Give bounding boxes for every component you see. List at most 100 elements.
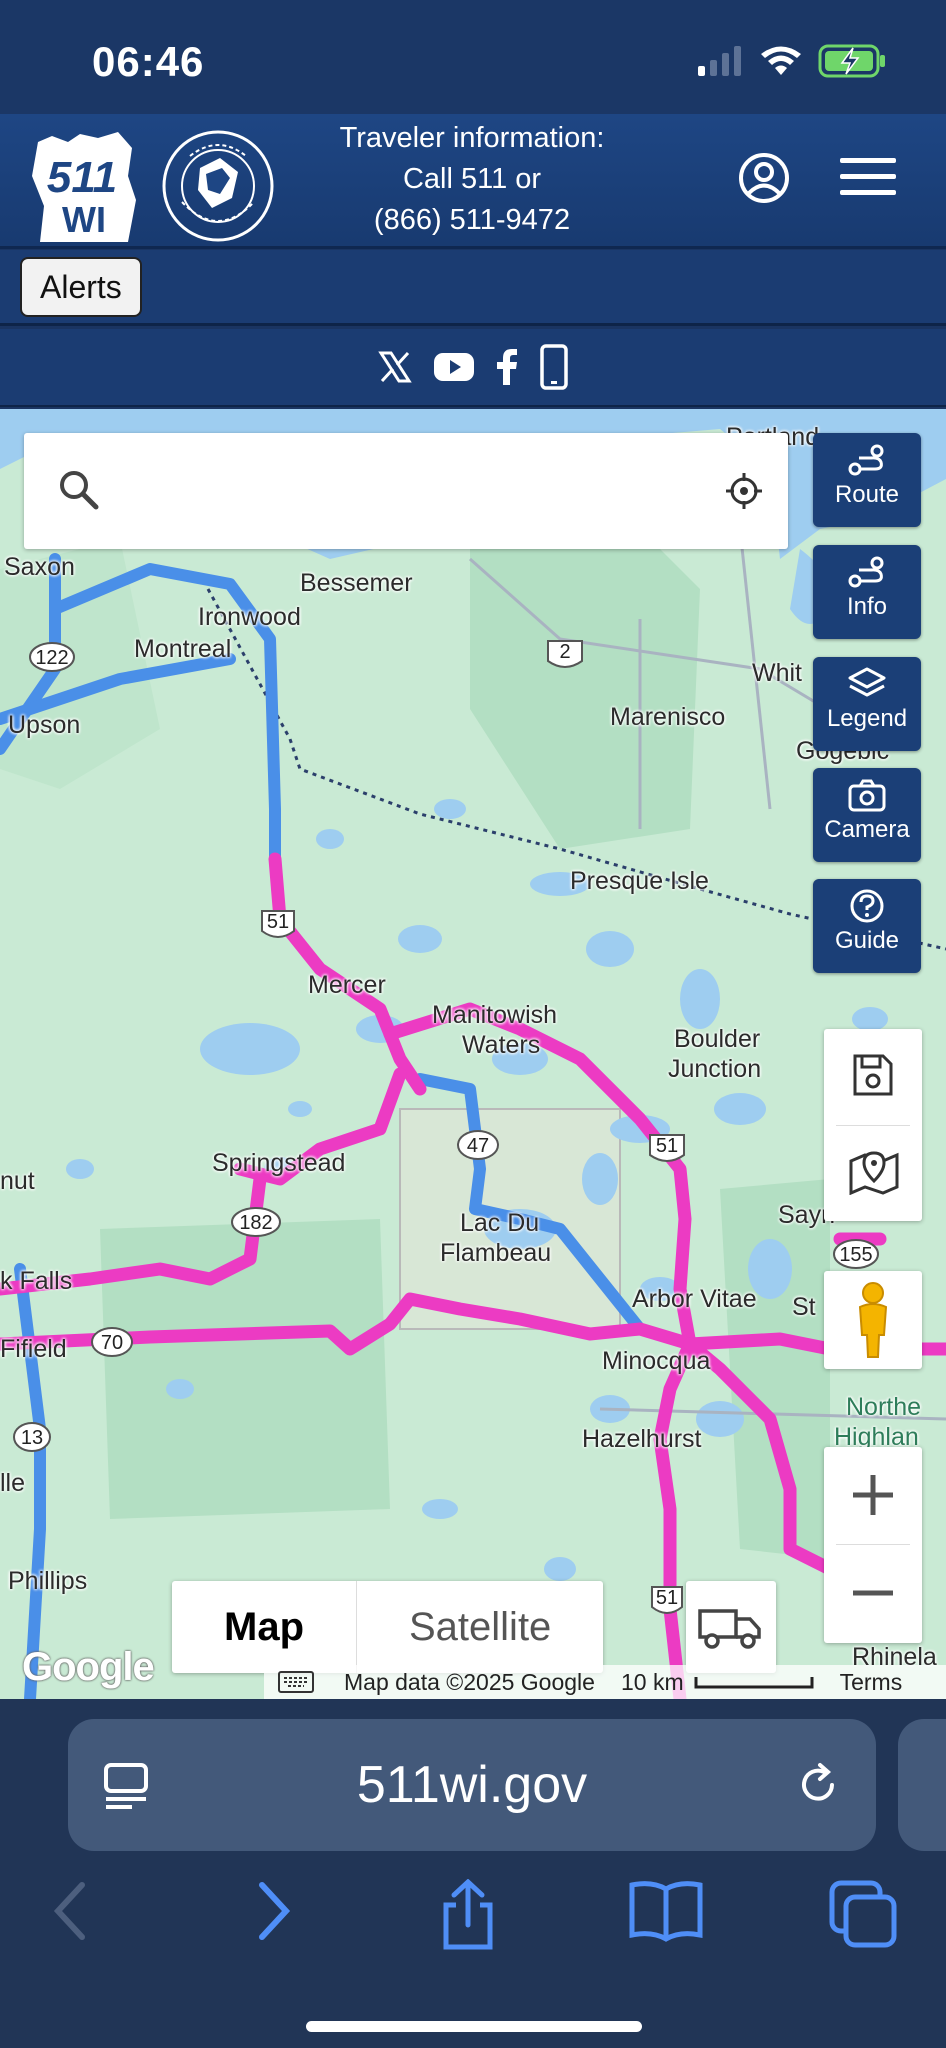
status-bar: 06:46 [0, 0, 946, 114]
wisdot-seal [160, 128, 276, 249]
place-nut: nut [0, 1167, 35, 1195]
saved-map-icon[interactable] [848, 1149, 900, 1200]
map-type-satellite[interactable]: Satellite [357, 1581, 603, 1673]
cellular-signal-icon [698, 46, 741, 76]
place-hazelhurst: Hazelhurst [582, 1425, 702, 1453]
shield-wi13-text: 13 [21, 1427, 43, 1449]
social-links [0, 329, 946, 407]
info-route-icon [848, 556, 884, 588]
status-time: 06:46 [92, 38, 205, 85]
battery-charging-icon [818, 44, 885, 78]
place-lac-du: Lac Du [460, 1209, 540, 1237]
saved-map-controls [824, 1029, 922, 1221]
place-saxon: Saxon [4, 553, 75, 581]
place-lle: lle [0, 1469, 26, 1497]
wifi-icon [761, 46, 801, 75]
search-icon[interactable] [58, 469, 100, 516]
alerts-bar: Alerts [0, 250, 946, 326]
legend-label: Legend [826, 705, 908, 732]
traveler-info-phone[interactable]: (866) 511-9472 [300, 200, 644, 241]
map-search-input[interactable] [124, 463, 684, 519]
shield-wi155-text: 155 [839, 1244, 872, 1266]
traffic-map[interactable]: 51 2 122 47 51 182 70 13 155 51 Portland… [0, 409, 946, 1699]
map-attribution: Map data ©2025 Google 10 km Terms [264, 1665, 946, 1699]
place-upson: Upson [8, 711, 81, 739]
zoom-out-button[interactable] [824, 1545, 922, 1642]
camera-label: Camera [824, 816, 910, 843]
hamburger-menu-icon[interactable] [840, 156, 896, 203]
shield-us51-text: 51 [267, 911, 289, 933]
browser-toolbar: 511wi.gov [0, 1699, 946, 2048]
place-waters: Waters [462, 1031, 541, 1059]
back-icon[interactable] [50, 1879, 90, 1948]
place-manitowish: Manitowish [432, 1001, 558, 1029]
alerts-button[interactable]: Alerts [20, 257, 142, 317]
place-presque-isle: Presque Isle [570, 867, 709, 895]
place-boulder: Boulder [674, 1025, 761, 1053]
traveler-info: Traveler information: Call 511 or (866) … [300, 118, 644, 241]
layers-icon [848, 667, 886, 697]
place-park-falls: k Falls [0, 1267, 73, 1295]
svg-text:511: 511 [47, 153, 117, 202]
reader-mode-icon[interactable] [102, 1761, 150, 1814]
logo-511-wi[interactable]: 511 WI [28, 130, 138, 251]
x-icon[interactable] [378, 350, 412, 384]
account-icon[interactable] [738, 152, 790, 209]
route-label: Route [834, 481, 900, 508]
info-button[interactable]: Info [813, 545, 921, 639]
youtube-icon[interactable] [434, 352, 474, 382]
place-marenisco: Marenisco [610, 703, 726, 731]
zoom-in-button[interactable] [824, 1447, 922, 1544]
place-bessemer: Bessemer [300, 569, 413, 597]
forward-icon[interactable] [254, 1879, 294, 1948]
map-terms-link[interactable]: Terms [840, 1669, 903, 1696]
truck-button[interactable] [686, 1581, 776, 1673]
camera-icon [848, 779, 886, 812]
url-text[interactable]: 511wi.gov [68, 1719, 876, 1851]
shield-wi47-text: 47 [467, 1135, 489, 1157]
route-icon [848, 444, 884, 476]
share-icon[interactable] [436, 1878, 500, 1956]
shield-wi122-text: 122 [35, 647, 68, 669]
locate-me-icon[interactable] [724, 471, 764, 516]
svg-text:WI: WI [62, 199, 106, 240]
shield-wi182-text: 182 [239, 1212, 272, 1234]
place-phillips: Phillips [8, 1567, 88, 1595]
legend-button[interactable]: Legend [813, 657, 921, 751]
place-arbor-vitae: Arbor Vitae [632, 1285, 757, 1313]
next-tab-peek[interactable] [898, 1719, 946, 1851]
site-header: 511 WI Traveler information: Call 511 or… [0, 114, 946, 249]
place-flambeau: Flambeau [440, 1239, 552, 1267]
reload-icon[interactable] [794, 1761, 842, 1814]
scale-bar [694, 1677, 814, 1689]
street-view-pegman[interactable] [824, 1271, 922, 1369]
bookmarks-icon[interactable] [628, 1879, 704, 1948]
save-icon[interactable] [852, 1053, 894, 1102]
place-white: Whit [752, 659, 802, 687]
map-type-toggle: Map Satellite [172, 1581, 604, 1673]
map-scale-label: 10 km [620, 1668, 684, 1695]
shield-us51b-text: 51 [656, 1135, 678, 1157]
place-montreal: Montreal [134, 635, 232, 663]
google-logo: Google [22, 1645, 155, 1689]
facebook-icon[interactable] [496, 349, 518, 385]
traveler-info-line1: Traveler information: [339, 122, 605, 154]
place-ironwood: Ironwood [198, 603, 301, 631]
route-button[interactable]: Route [813, 433, 921, 527]
mobile-app-icon[interactable] [540, 344, 568, 390]
camera-button[interactable]: Camera [813, 768, 921, 862]
keyboard-shortcuts-icon[interactable] [278, 1671, 314, 1693]
tabs-icon[interactable] [828, 1879, 900, 1956]
guide-button[interactable]: Guide [813, 879, 921, 973]
minus-icon [853, 1590, 893, 1596]
address-bar[interactable]: 511wi.gov [68, 1719, 876, 1851]
status-icons [698, 44, 886, 78]
map-search-box [24, 433, 788, 549]
shield-us51c-text: 51 [656, 1587, 678, 1609]
map-scale[interactable]: 10 km [621, 1669, 814, 1696]
guide-label: Guide [834, 927, 900, 954]
plus-icon [853, 1475, 893, 1515]
traveler-info-line2: Call 511 or [402, 163, 542, 195]
shield-us2-text: 2 [559, 641, 570, 663]
map-type-map[interactable]: Map [172, 1581, 357, 1673]
